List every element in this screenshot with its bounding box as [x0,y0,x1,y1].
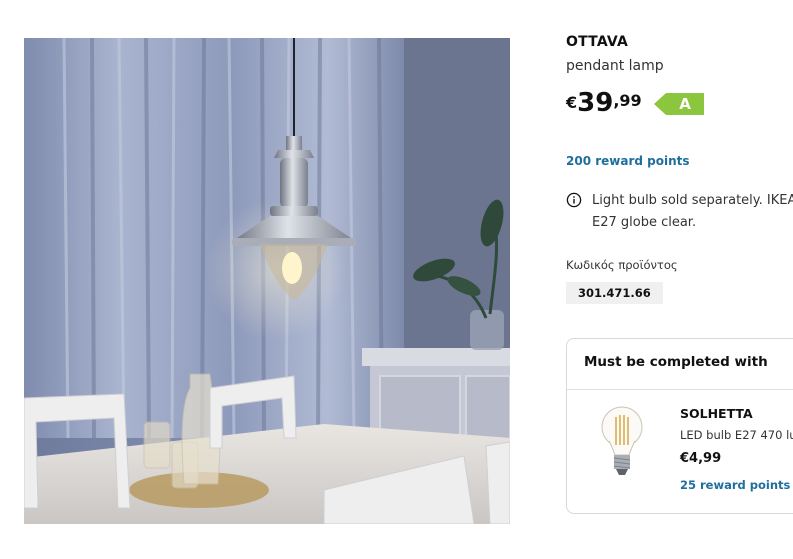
article-number-badge[interactable]: 301.471.66 [566,282,663,304]
price-currency: € [566,93,578,112]
accessory-product-image[interactable] [599,405,645,479]
card-divider [567,389,793,390]
info-text-line-2: E27 globe clear. [592,215,697,230]
price-integer: 39 [577,88,614,118]
info-text-line-1: Light bulb sold separately. IKEA recomme… [592,193,793,208]
product-name: OTTAVA [566,34,629,50]
article-number-label: Κωδικός προϊόντος [566,258,678,272]
energy-class-label: A [679,95,691,113]
energy-class-badge[interactable]: A [654,93,704,115]
accessory-description: LED bulb E27 470 lumen [680,428,793,442]
product-image[interactable] [24,38,510,524]
info-circle-icon[interactable] [566,192,582,208]
card-title: Must be completed with [584,354,768,370]
accessory-reward-points-link[interactable]: 25 reward points [680,478,790,492]
bulb-info-note: Light bulb sold separately. IKEA recomme… [566,190,793,234]
product-description: pendant lamp [566,58,664,74]
accessory-name[interactable]: SOLHETTA [680,406,753,421]
product-price: € 39 ,99 [566,88,642,120]
price-decimal: ,99 [613,91,642,110]
must-be-completed-card: Must be completed with SOLHETTA LED bulb… [566,338,793,514]
accessory-price: €4,99 [680,451,722,466]
reward-points-link[interactable]: 200 reward points [566,154,690,168]
